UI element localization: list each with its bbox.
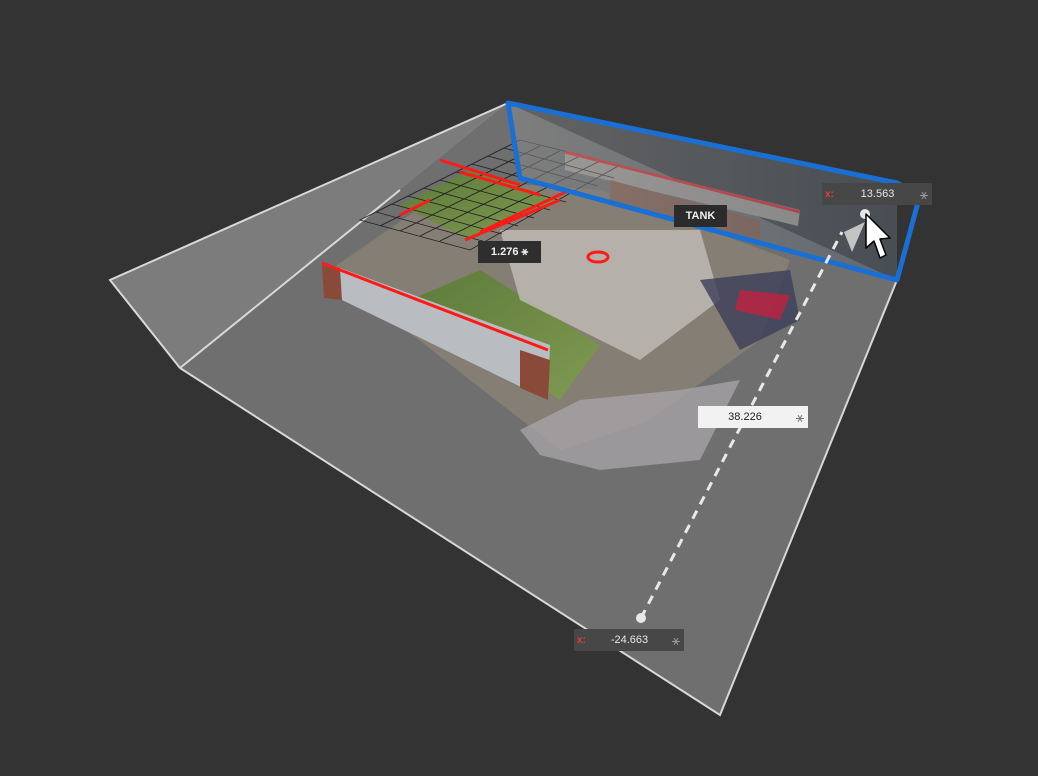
x-coordinate-value-top: 13.563	[860, 188, 895, 200]
measure-endpoint-bottom[interactable]	[636, 613, 646, 623]
box-height-value: 1.276	[490, 246, 519, 258]
snap-asterisk-icon[interactable]: ⚹	[792, 409, 808, 426]
x-coordinate-value-bottom: -24.663	[610, 634, 649, 646]
tank-label: TANK	[674, 205, 727, 227]
snap-asterisk-icon[interactable]: ⚹	[916, 186, 932, 203]
snap-asterisk-icon: ⚹	[521, 245, 529, 258]
x-coordinate-field-top[interactable]: x: 13.563 ⚹	[822, 183, 932, 205]
x-axis-label: x:	[577, 634, 586, 646]
3d-viewport[interactable]	[0, 0, 1038, 776]
snap-asterisk-icon[interactable]: ⚹	[668, 632, 684, 649]
box-height-field[interactable]: 1.276 ⚹	[478, 241, 541, 263]
distance-field[interactable]: 38.226 ⚹	[698, 406, 808, 428]
distance-value: 38.226	[728, 411, 762, 423]
x-coordinate-field-bottom[interactable]: x: -24.663 ⚹	[574, 629, 684, 651]
x-axis-label: x:	[825, 188, 834, 200]
tank-label-text: TANK	[685, 210, 716, 222]
